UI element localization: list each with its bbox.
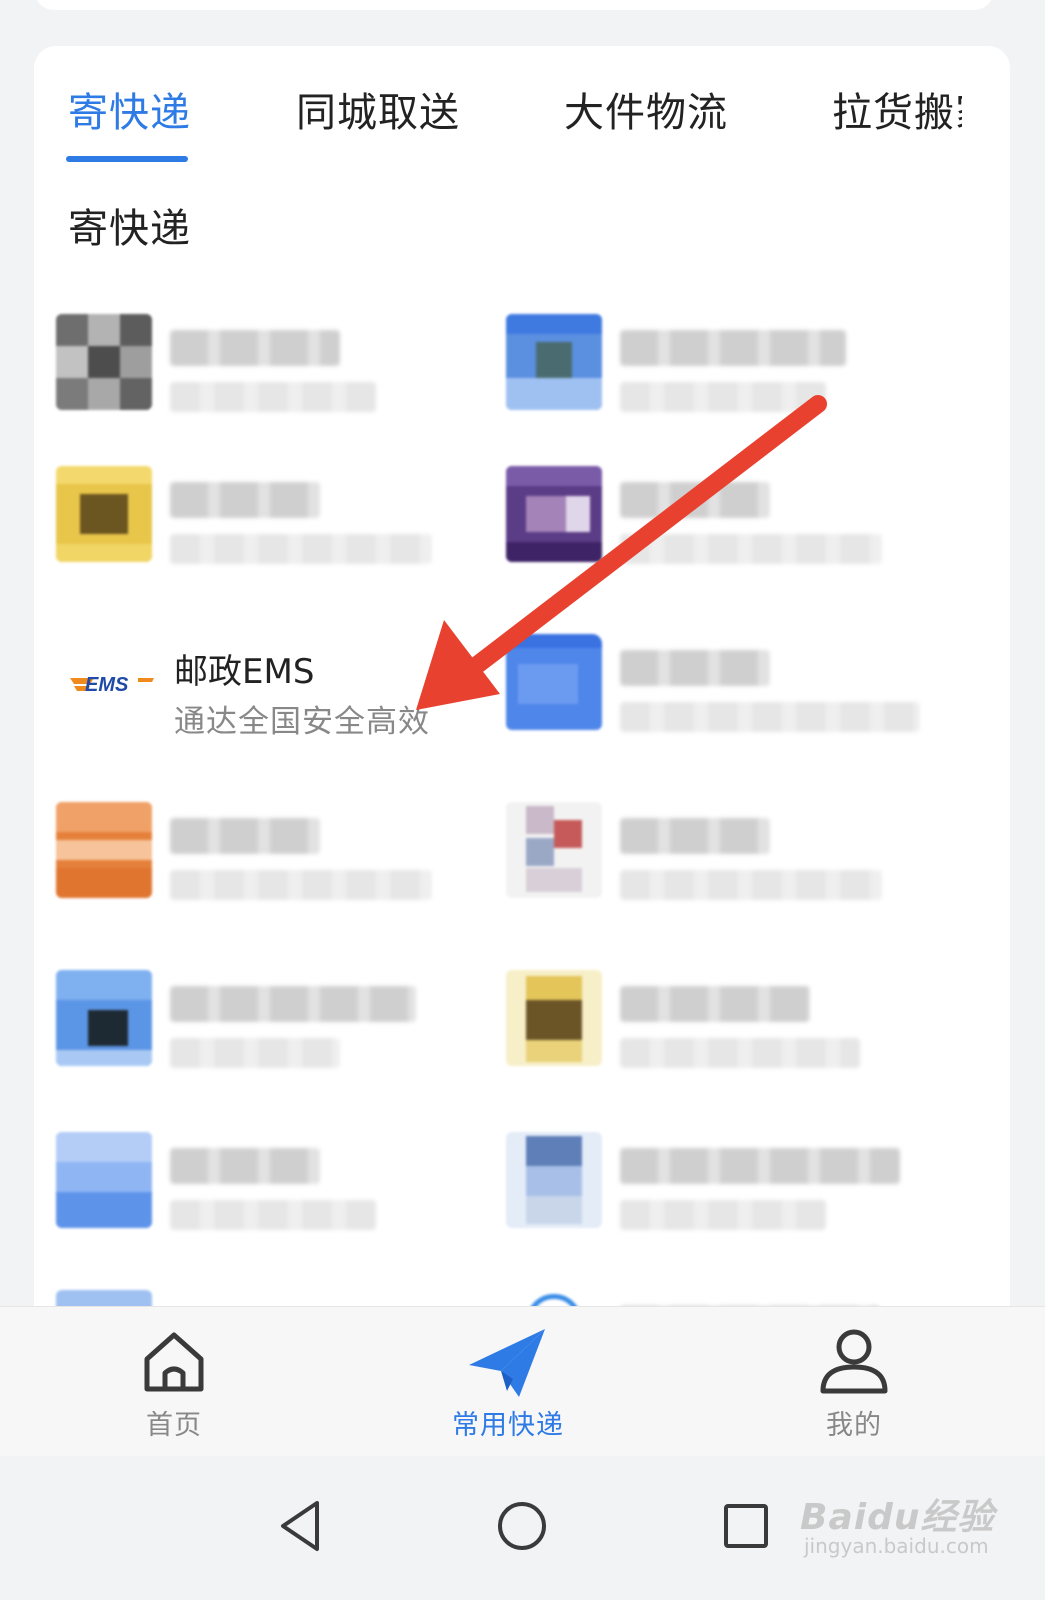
- courier-item-blurred[interactable]: [506, 970, 946, 1090]
- courier-logo-icon: [56, 970, 152, 1066]
- courier-name-blurred: [170, 1148, 320, 1184]
- courier-item-blurred[interactable]: [56, 802, 496, 922]
- courier-desc-blurred: [170, 1200, 376, 1230]
- courier-logo-icon: [506, 1132, 602, 1228]
- tab-same-city[interactable]: 同城取送: [296, 80, 460, 138]
- courier-item-blurred[interactable]: [506, 314, 946, 434]
- paper-plane-icon: [469, 1329, 545, 1397]
- courier-logo-icon: [56, 1132, 152, 1228]
- courier-desc-blurred: [170, 1038, 340, 1068]
- previous-card: [34, 0, 994, 10]
- courier-desc-blurred: [620, 382, 826, 412]
- courier-logo-icon: [56, 466, 152, 562]
- home-icon: [144, 1332, 204, 1392]
- courier-name-blurred: [620, 330, 846, 366]
- courier-logo-icon: [506, 970, 602, 1066]
- tab-large-freight[interactable]: 大件物流: [564, 80, 728, 138]
- system-recent-apps-button[interactable]: [706, 1486, 786, 1566]
- courier-name-blurred: [620, 482, 770, 518]
- courier-item-blurred[interactable]: [506, 466, 946, 586]
- watermark-main: Baidu经验: [800, 1497, 995, 1538]
- user-icon: [820, 1329, 888, 1394]
- courier-name-blurred: [170, 482, 320, 518]
- courier-name-blurred: [170, 330, 340, 366]
- tab-moving[interactable]: 拉货搬家: [832, 80, 962, 138]
- courier-description: 通达全国安全高效: [174, 704, 430, 740]
- courier-logo-icon: [506, 466, 602, 562]
- courier-logo-icon: [56, 314, 152, 410]
- back-icon: [281, 1501, 319, 1551]
- nav-home-label: 首页: [146, 1410, 202, 1441]
- courier-logo-icon: [56, 802, 152, 898]
- category-tabs: 寄快递 同城取送 大件物流 拉货搬家: [34, 46, 1010, 166]
- system-home-button[interactable]: [482, 1486, 562, 1566]
- courier-name-blurred: [620, 650, 770, 686]
- courier-item-blurred[interactable]: [56, 314, 496, 434]
- courier-name-blurred: [170, 986, 416, 1022]
- courier-desc-blurred: [170, 870, 432, 900]
- ems-logo-icon: EMS: [70, 674, 154, 696]
- courier-item-blurred[interactable]: [56, 970, 496, 1090]
- courier-item-blurred[interactable]: [506, 1132, 946, 1252]
- courier-name-blurred: [620, 818, 770, 854]
- courier-item-blurred[interactable]: [506, 802, 946, 922]
- previous-card-strip: [0, 0, 1045, 48]
- nav-common-express[interactable]: 常用快递: [438, 1327, 578, 1447]
- courier-desc-blurred: [620, 1200, 826, 1230]
- section-title: 寄快递: [68, 206, 191, 252]
- bottom-tab-bar: 首页 常用快递 我的: [0, 1306, 1045, 1456]
- nav-me[interactable]: 我的: [784, 1327, 924, 1447]
- courier-desc-blurred: [620, 702, 920, 732]
- courier-name-blurred: [620, 1148, 900, 1184]
- nav-common-express-label: 常用快递: [452, 1410, 564, 1441]
- home-circle-icon: [498, 1502, 546, 1550]
- active-tab-indicator: [66, 156, 188, 162]
- courier-name: 邮政EMS: [174, 652, 315, 692]
- courier-item-blurred[interactable]: [56, 466, 496, 586]
- tab-send-express[interactable]: 寄快递: [68, 80, 191, 138]
- courier-logo-icon: [506, 802, 602, 898]
- system-back-button[interactable]: [260, 1486, 340, 1566]
- courier-logo-icon: [506, 634, 602, 730]
- courier-name-blurred: [170, 818, 320, 854]
- courier-logo-icon: [506, 314, 602, 410]
- courier-item-blurred[interactable]: [56, 1132, 496, 1252]
- ems-logo-text: EMS: [85, 674, 129, 696]
- recent-apps-icon: [724, 1504, 768, 1548]
- express-card: 寄快递 同城取送 大件物流 拉货搬家 寄快递: [34, 46, 1010, 1336]
- courier-desc-blurred: [620, 870, 882, 900]
- courier-desc-blurred: [620, 534, 882, 564]
- courier-name-blurred: [620, 986, 810, 1022]
- nav-me-label: 我的: [826, 1410, 882, 1441]
- nav-home[interactable]: 首页: [104, 1327, 244, 1447]
- courier-desc-blurred: [620, 1038, 860, 1068]
- courier-desc-blurred: [170, 534, 432, 564]
- courier-desc-blurred: [170, 382, 376, 412]
- courier-item-ems[interactable]: EMS 邮政EMS 通达全国安全高效: [68, 634, 508, 754]
- courier-item-blurred[interactable]: [506, 634, 946, 754]
- baidu-jingyan-watermark: Baidu经验 jingyan.baidu.com: [800, 1488, 1000, 1578]
- watermark-url: jingyan.baidu.com: [804, 1534, 989, 1558]
